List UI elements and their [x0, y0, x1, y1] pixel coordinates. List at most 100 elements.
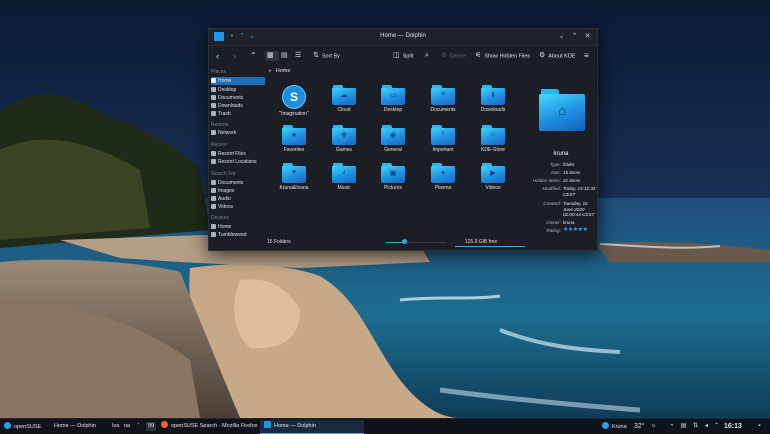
dolphin-task-icon: [264, 421, 271, 428]
recent-files-icon: [211, 150, 216, 156]
sidebar-item-search-documents[interactable]: Documents: [211, 179, 265, 187]
folder-label: Important: [432, 147, 454, 153]
compact-view-button[interactable]: ▤: [281, 51, 291, 61]
sidebar-item-recent-locations[interactable]: Recent Locations: [211, 158, 265, 166]
sidebar-item-network[interactable]: Network: [211, 129, 265, 137]
folder-item[interactable]: ▭ Desktop: [370, 85, 416, 113]
back-button[interactable]: ‹: [216, 51, 219, 61]
videos-icon: [211, 203, 216, 209]
folder-label: "Imagination": [279, 111, 309, 117]
maximize-button[interactable]: ⌃: [570, 32, 579, 41]
documents-icon: ≡: [431, 85, 455, 105]
pager-arrow-icon[interactable]: ⌃: [136, 422, 141, 431]
folder-item[interactable]: ✦ Plasma: [420, 163, 466, 191]
folder-item[interactable]: S "Imagination": [271, 85, 317, 117]
sidebar-item-downloads[interactable]: Downloads: [211, 102, 265, 110]
folder-item[interactable]: ★ Favorites: [271, 125, 317, 153]
sidebar-item-device-tumbleweed[interactable]: Tumbleweed: [211, 231, 265, 239]
volume-icon[interactable]: ◂: [703, 423, 710, 430]
sidebar-item-recent-files[interactable]: Recent Files: [211, 150, 265, 158]
task-firefox[interactable]: openSUSE Search - Mozilla Firefox: [157, 420, 262, 433]
breadcrumb[interactable]: ▸ Home: [269, 68, 290, 74]
places-panel: Places Home Desktop Documents Downloads …: [209, 66, 267, 250]
folder-label: Kruna&Ivana: [279, 185, 309, 191]
task-dolphin-2[interactable]: Home — Dolphin: [260, 420, 364, 434]
folder-item[interactable]: ⬇ Downloads: [470, 85, 516, 113]
folder-item[interactable]: ≡ Documents: [420, 85, 466, 113]
kde-icon: ⚙: [539, 52, 546, 59]
folder-item[interactable]: ◉ General: [370, 125, 416, 153]
search-button[interactable]: ⌕: [425, 51, 432, 61]
show-desktop-icon[interactable]: ▪: [756, 423, 763, 430]
sidebar-item-trash[interactable]: Trash: [211, 110, 265, 118]
folder-label: General: [384, 147, 402, 153]
sidebar-item-search-audio[interactable]: Audio: [211, 195, 265, 203]
breadcrumb-home[interactable]: Home: [276, 68, 291, 74]
info-key: Hidden items:: [532, 178, 561, 183]
split-button[interactable]: ◫ Split: [393, 51, 413, 61]
dolphin-window[interactable]: • ⌃ ⌄ Home — Dolphin ⌄ ⌃ ✕ ‹ › ⌃ ▦ ▤ ☰ ⇅…: [208, 28, 598, 251]
clipboard-icon[interactable]: ▤: [680, 423, 687, 430]
free-space-label: 125.9 GiB free: [465, 239, 498, 245]
folder-label: Downloads: [480, 107, 506, 113]
folder-label: Games: [335, 147, 353, 153]
folder-item[interactable]: ⌂ KDE-Store: [470, 125, 516, 153]
icons-view-button[interactable]: ▦: [265, 51, 279, 61]
desktop-icon: [211, 86, 216, 92]
zoom-slider-handle[interactable]: [401, 239, 407, 244]
general-icon: ◉: [381, 125, 405, 145]
folder-item[interactable]: ▶ Videos: [470, 163, 516, 191]
remote-header: Remote: [211, 122, 229, 128]
folder-item[interactable]: ✜ Games: [321, 125, 367, 153]
hamburger-menu-button[interactable]: ≡: [584, 51, 589, 61]
home-folder-preview: ⌂: [539, 89, 585, 131]
rating-stars[interactable]: ★★★★★: [563, 227, 588, 234]
weather-sun-icon[interactable]: ☼: [650, 423, 657, 430]
sidebar-item-search-videos[interactable]: Videos: [211, 203, 265, 211]
kruna-ivana-icon: ♥: [282, 163, 306, 183]
application-launcher[interactable]: openSUSE: [4, 422, 41, 431]
folder-count: 15 Folders: [267, 239, 291, 245]
sidebar-item-documents[interactable]: Documents: [211, 94, 265, 102]
tray-expand-icon[interactable]: ⌃: [713, 423, 720, 430]
status-bar: 15 Folders 125.9 GiB free: [265, 236, 535, 248]
folder-item[interactable]: ! Important: [420, 125, 466, 153]
taskbar: openSUSE Home — Dolphin Iva na ⌃ 99 open…: [0, 418, 770, 434]
task-dolphin-1[interactable]: Home — Dolphin: [50, 420, 100, 433]
sidebar-item-search-images[interactable]: Images: [211, 187, 265, 195]
notifications-icon[interactable]: ◔: [668, 423, 675, 430]
delete-icon: ⊘: [441, 52, 447, 59]
details-view-button[interactable]: ☰: [295, 51, 304, 61]
title-bar[interactable]: • ⌃ ⌄ Home — Dolphin ⌄ ⌃ ✕: [209, 29, 597, 46]
drive-icon: [211, 223, 216, 229]
folder-item[interactable]: ♥ Kruna&Ivana: [271, 163, 317, 191]
audio-icon: [211, 195, 216, 201]
split-icon: ◫: [393, 52, 400, 59]
show-hidden-files-button[interactable]: ⚟ Show Hidden Files: [475, 51, 530, 61]
sidebar-item-desktop[interactable]: Desktop: [211, 86, 265, 94]
folder-label: Desktop: [383, 107, 403, 113]
close-button[interactable]: ✕: [583, 32, 592, 41]
folder-item[interactable]: ♪ Music: [321, 163, 367, 191]
weather-temperature[interactable]: 32°: [634, 422, 645, 431]
up-button[interactable]: ⌃: [250, 51, 257, 61]
minimize-button[interactable]: ⌄: [557, 32, 566, 41]
sort-by-button[interactable]: ⇅ Sort By: [313, 51, 340, 61]
pager-desktop-1[interactable]: Iva: [112, 422, 119, 431]
folder-item[interactable]: ▣ Pictures: [370, 163, 416, 191]
folder-item[interactable]: ☁ Cloud: [321, 85, 367, 113]
info-value: folder: [563, 162, 575, 167]
sidebar-item-home[interactable]: Home: [211, 77, 265, 85]
pager-desktop-2[interactable]: na: [124, 422, 130, 431]
delete-button[interactable]: ⊘ Delete: [441, 51, 466, 61]
about-kde-button[interactable]: ⚙ About KDE: [539, 51, 576, 61]
network-icon[interactable]: ⇅: [692, 423, 699, 430]
forward-button[interactable]: ›: [233, 51, 236, 61]
sort-icon: ⇅: [313, 52, 319, 59]
clock[interactable]: 16:13: [724, 422, 742, 431]
sidebar-item-device-home[interactable]: Home: [211, 223, 265, 231]
cloud-icon: ☁: [332, 85, 356, 105]
games-icon-emblem: ✜: [341, 132, 347, 139]
folder-label: Music: [337, 185, 351, 191]
user-switcher[interactable]: Kruna: [602, 422, 627, 431]
